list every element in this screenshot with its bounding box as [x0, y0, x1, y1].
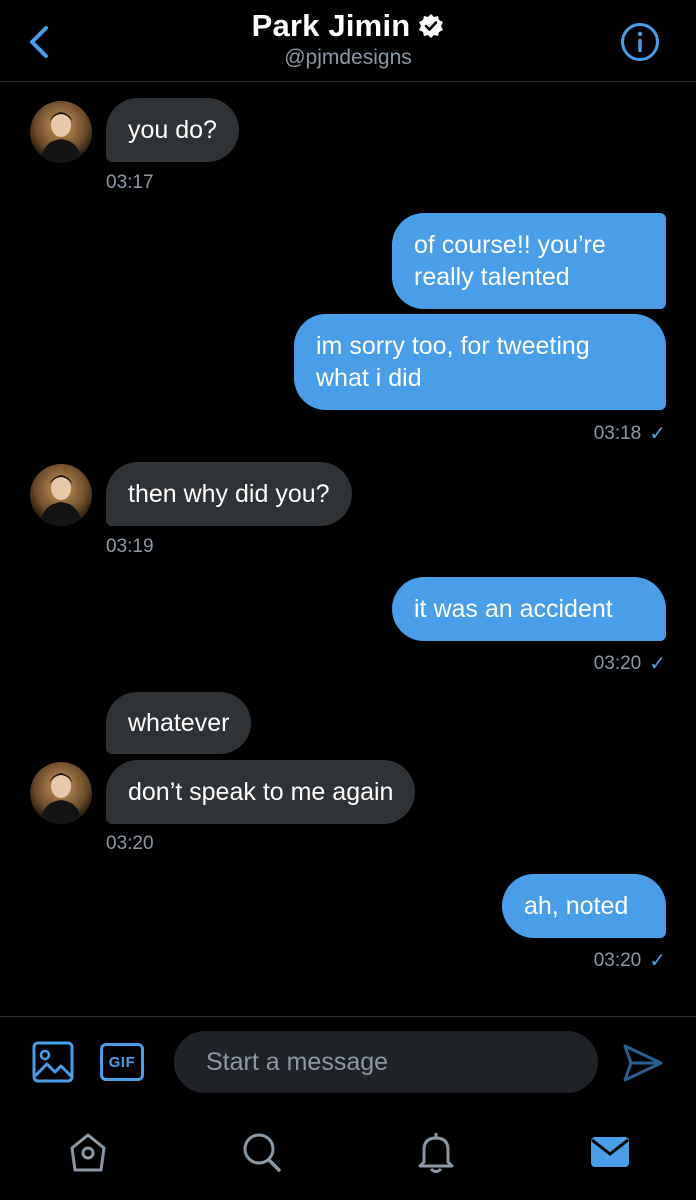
search-icon[interactable]: [242, 1130, 282, 1174]
message-text: don’t speak to me again: [128, 778, 394, 806]
message-bubble-incoming[interactable]: then why did you?: [106, 462, 352, 526]
home-icon[interactable]: [68, 1130, 108, 1174]
message-timestamp: 03:17: [106, 172, 154, 193]
sent-check-icon: ✓: [649, 950, 666, 972]
message-bubble-outgoing[interactable]: it was an accident: [392, 577, 666, 641]
message-bubble-outgoing[interactable]: ah, noted: [502, 874, 666, 938]
message-text: you do?: [128, 116, 217, 144]
conversation-header: Park Jimin @pjmdesigns: [0, 0, 696, 82]
avatar[interactable]: [30, 101, 92, 163]
send-icon[interactable]: [622, 1042, 664, 1084]
message-text: it was an accident: [414, 595, 613, 623]
message-bubble-incoming[interactable]: don’t speak to me again: [106, 760, 416, 824]
message-bubble-incoming[interactable]: you do?: [106, 98, 239, 162]
message-timestamp: 03:20: [106, 833, 154, 854]
message-input[interactable]: [174, 1031, 598, 1093]
bell-icon[interactable]: [416, 1130, 456, 1174]
contact-handle: @pjmdesigns: [284, 46, 412, 69]
mail-icon[interactable]: [590, 1130, 630, 1174]
avatar[interactable]: [30, 762, 92, 824]
message-bubble-outgoing[interactable]: im sorry too, for tweeting what i did: [294, 314, 666, 410]
avatar[interactable]: [30, 464, 92, 526]
sent-check-icon: ✓: [649, 423, 666, 445]
sent-check-icon: ✓: [649, 653, 666, 675]
verified-badge-icon: [419, 14, 444, 38]
message-text: then why did you?: [128, 480, 330, 508]
gif-button[interactable]: GIF: [100, 1043, 144, 1081]
message-text: of course!! you’re really talented: [414, 231, 606, 291]
message-timestamp: 03:20 ✓: [593, 949, 666, 973]
message-timestamp: 03:20 ✓: [593, 652, 666, 676]
contact-name: Park Jimin: [251, 8, 411, 43]
message-timestamp: 03:19: [106, 536, 154, 557]
header-title-block[interactable]: Park Jimin @pjmdesigns: [0, 8, 696, 70]
message-text: ah, noted: [524, 892, 629, 920]
message-timestamp: 03:18 ✓: [593, 422, 666, 446]
image-icon[interactable]: [32, 1040, 74, 1084]
message-bubble-incoming[interactable]: whatever: [106, 692, 252, 754]
message-bubble-outgoing[interactable]: of course!! you’re really talented: [392, 213, 666, 309]
message-text: im sorry too, for tweeting what i did: [316, 332, 590, 392]
message-text: whatever: [128, 709, 230, 737]
info-icon[interactable]: [620, 22, 660, 62]
